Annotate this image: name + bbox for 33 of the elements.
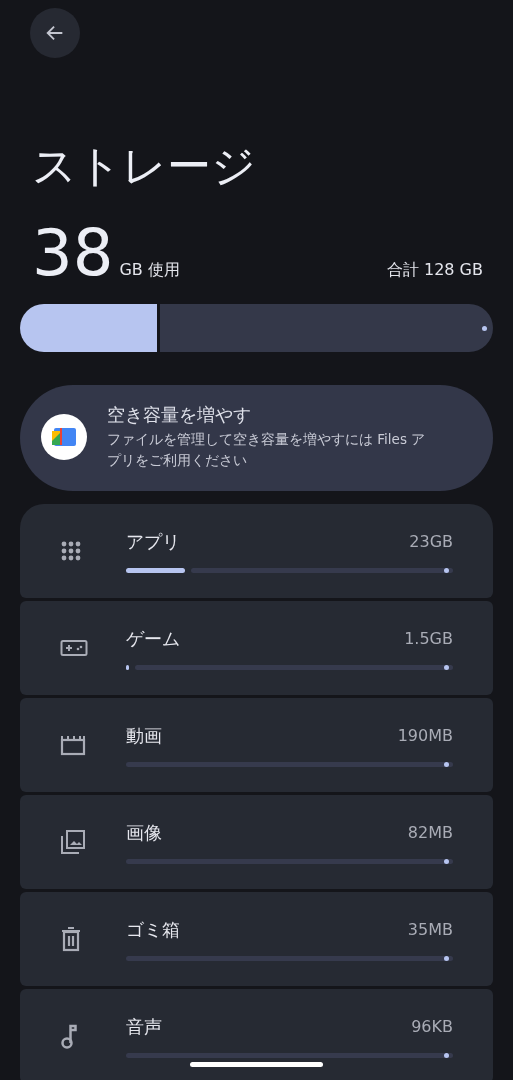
trash-icon [60, 926, 82, 952]
category-size: 23GB [409, 532, 453, 551]
promo-description: ファイルを管理して空き容量を増やすには Files アプリをご利用ください [107, 430, 427, 470]
free-up-space-card[interactable]: 空き容量を増やす ファイルを管理して空き容量を増やすには Files アプリをご利用ください [20, 385, 493, 491]
grid-icon [60, 540, 82, 562]
storage-category-item[interactable]: 音声 96KB [20, 989, 493, 1080]
category-size: 82MB [407, 823, 453, 842]
promo-title: 空き容量を増やす [107, 403, 252, 427]
category-size: 96KB [411, 1017, 453, 1036]
category-size: 1.5GB [404, 629, 453, 648]
category-name: 動画 [126, 723, 162, 748]
category-size: 190MB [397, 726, 453, 745]
category-name: ゲーム [126, 626, 180, 651]
used-amount: 38 [32, 218, 114, 288]
category-name: アプリ [126, 529, 180, 554]
photo-library-icon [60, 829, 86, 855]
storage-category-item[interactable]: 動画 190MB [20, 698, 493, 792]
back-button[interactable] [30, 8, 80, 58]
category-name: 画像 [126, 820, 162, 845]
clapperboard-icon [60, 734, 86, 756]
category-name: ゴミ箱 [126, 917, 180, 942]
storage-category-item[interactable]: アプリ 23GB [20, 504, 493, 598]
files-app-icon [41, 414, 87, 460]
category-name: 音声 [126, 1014, 162, 1039]
used-unit: GB 使用 [119, 260, 180, 281]
storage-category-item[interactable]: ゲーム 1.5GB [20, 601, 493, 695]
storage-category-item[interactable]: ゴミ箱 35MB [20, 892, 493, 986]
storage-category-item[interactable]: 画像 82MB [20, 795, 493, 889]
gamepad-icon [60, 639, 88, 657]
music-note-icon [60, 1023, 78, 1049]
page-title: ストレージ [32, 139, 257, 193]
total-capacity: 合計 128 GB [386, 260, 483, 281]
category-size: 35MB [407, 920, 453, 939]
